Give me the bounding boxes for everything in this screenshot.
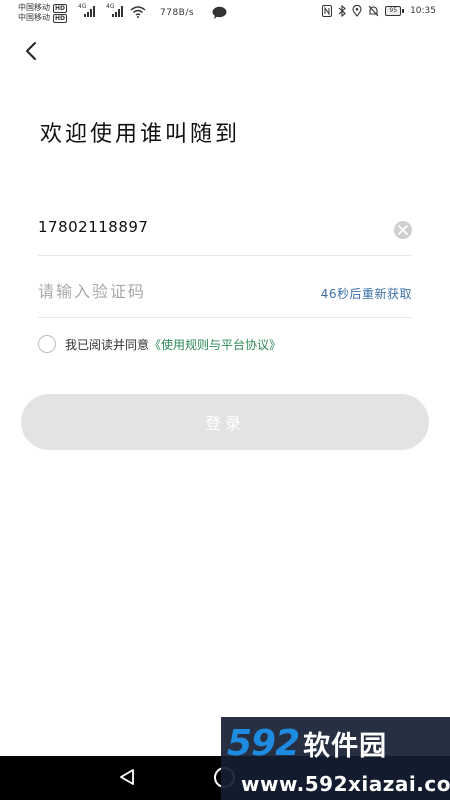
hd-badge: HD [53, 13, 68, 23]
verification-code-field: 46秒后重新获取 [38, 270, 412, 318]
status-icons: 95 10:35 [322, 5, 436, 17]
network-speed: 778B/s [160, 8, 195, 18]
close-icon [398, 225, 408, 235]
message-icon [212, 6, 227, 19]
watermark-url: www.592xiazai.com [241, 772, 450, 796]
wifi-icon [130, 6, 146, 18]
agreement-link[interactable]: 《使用规则与平台协议》 [149, 336, 281, 353]
hd-badge: HD [53, 3, 68, 13]
status-bar: 中国移动 HD 中国移动 HD 4G 4G 778B/s 95 10:35 [0, 0, 450, 28]
mute-icon [369, 5, 379, 17]
watermark-name: 软件园 [303, 731, 388, 762]
agreement-row: 我已阅读并同意 《使用规则与平台协议》 [38, 335, 281, 353]
nfc-icon [322, 5, 333, 17]
phone-input[interactable] [38, 218, 378, 236]
location-icon [352, 5, 362, 17]
resend-code-button[interactable]: 46秒后重新获取 [321, 285, 412, 302]
watermark-number: 592 [227, 723, 300, 764]
bluetooth-icon [339, 5, 347, 17]
page-title: 欢迎使用谁叫随到 [40, 122, 241, 147]
clear-button[interactable] [394, 221, 412, 239]
carrier-label: 中国移动 [18, 13, 50, 22]
watermark: 592 软件园 www.592xiazai.com [221, 717, 450, 800]
watermark-logo: 592 软件园 [227, 723, 387, 764]
nav-back-icon[interactable] [118, 768, 136, 786]
agreement-text: 我已阅读并同意 [65, 337, 150, 352]
clock: 10:35 [410, 6, 436, 16]
agreement-checkbox[interactable] [38, 335, 56, 353]
verification-code-input[interactable] [38, 282, 278, 301]
back-arrow-icon[interactable] [22, 40, 42, 62]
battery-icon: 95 [385, 6, 405, 16]
login-button[interactable]: 登录 [21, 394, 429, 450]
battery-level: 95 [385, 6, 402, 16]
signal-icon: 4G [78, 3, 95, 17]
carrier-info: 中国移动 HD 中国移动 HD [18, 3, 68, 23]
carrier-label: 中国移动 [18, 3, 50, 12]
phone-field [38, 210, 412, 256]
signal-icon: 4G [106, 3, 123, 17]
